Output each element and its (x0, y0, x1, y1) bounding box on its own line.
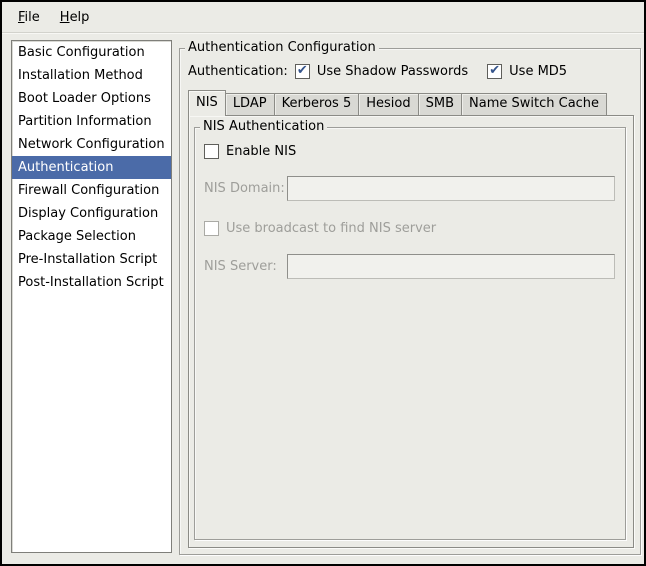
nis-domain-row: NIS Domain: (204, 176, 625, 201)
tab-hesiod[interactable]: Hesiod (358, 93, 418, 115)
tab-name-switch-cache[interactable]: Name Switch Cache (461, 93, 607, 115)
sidebar-item-package-selection[interactable]: Package Selection (12, 225, 171, 248)
sidebar-item-boot-loader-options[interactable]: Boot Loader Options (12, 87, 171, 110)
menu-bar: File Help (2, 2, 644, 33)
nis-form: Enable NIS NIS Domain: Use broadcast to … (195, 128, 625, 279)
sidebar-item-pre-installation-script[interactable]: Pre-Installation Script (12, 248, 171, 271)
nis-authentication-frame-title: NIS Authentication (200, 119, 327, 134)
menu-file-label: File (18, 10, 40, 25)
use-broadcast-checkbox: Use broadcast to find NIS server (204, 220, 625, 236)
sidebar-item-installation-method[interactable]: Installation Method (12, 64, 171, 87)
use-md5-checkbox[interactable]: ✔ Use MD5 (487, 64, 567, 79)
nis-server-input (287, 254, 615, 279)
menu-file[interactable]: File (8, 5, 50, 30)
authentication-label: Authentication: (188, 64, 288, 79)
authentication-options-row: Authentication: ✔ Use Shadow Passwords ✔… (188, 62, 567, 80)
nis-tab-panel: NIS Authentication Enable NIS NIS Domain… (188, 115, 634, 548)
use-broadcast-label: Use broadcast to find NIS server (226, 221, 436, 236)
checkmark-icon: ✔ (489, 64, 500, 77)
sidebar-item-network-configuration[interactable]: Network Configuration (12, 133, 171, 156)
tab-nis[interactable]: NIS (188, 90, 226, 116)
authentication-notebook: NIS LDAP Kerberos 5 Hesiod SMB Name Swit… (188, 90, 634, 548)
sidebar-item-display-configuration[interactable]: Display Configuration (12, 202, 171, 225)
nis-server-row: NIS Server: (204, 254, 625, 279)
use-shadow-passwords-label: Use Shadow Passwords (317, 64, 468, 79)
nis-server-label: NIS Server: (204, 259, 287, 274)
tab-ldap[interactable]: LDAP (225, 93, 275, 115)
sidebar-item-firewall-configuration[interactable]: Firewall Configuration (12, 179, 171, 202)
use-md5-label: Use MD5 (509, 64, 567, 79)
authentication-configuration-frame: Authentication Configuration Authenticat… (179, 48, 641, 555)
authentication-configuration-frame-title: Authentication Configuration (185, 40, 379, 55)
menu-help[interactable]: Help (50, 5, 100, 30)
menu-help-label: Help (60, 10, 90, 25)
sidebar-item-post-installation-script[interactable]: Post-Installation Script (12, 271, 171, 294)
enable-nis-checkbox[interactable]: Enable NIS (204, 143, 625, 159)
checkbox-box (204, 144, 219, 159)
checkbox-box: ✔ (295, 64, 310, 79)
sidebar-item-partition-information[interactable]: Partition Information (12, 110, 171, 133)
nis-domain-input (287, 176, 615, 201)
sidebar-item-basic-configuration[interactable]: Basic Configuration (12, 41, 171, 64)
tab-kerberos-5[interactable]: Kerberos 5 (274, 93, 360, 115)
enable-nis-label: Enable NIS (226, 144, 296, 159)
section-list: Basic Configuration Installation Method … (11, 40, 172, 553)
sidebar-item-authentication[interactable]: Authentication (12, 156, 171, 179)
use-shadow-passwords-checkbox[interactable]: ✔ Use Shadow Passwords (295, 64, 468, 79)
kickstart-configurator-window: File Help Basic Configuration Installati… (0, 0, 646, 566)
tab-bar: NIS LDAP Kerberos 5 Hesiod SMB Name Swit… (188, 90, 634, 115)
tab-smb[interactable]: SMB (418, 93, 462, 115)
checkmark-icon: ✔ (297, 64, 308, 77)
checkbox-box: ✔ (487, 64, 502, 79)
nis-domain-label: NIS Domain: (204, 181, 287, 196)
nis-authentication-frame: NIS Authentication Enable NIS NIS Domain… (194, 127, 626, 540)
checkbox-box (204, 221, 219, 236)
